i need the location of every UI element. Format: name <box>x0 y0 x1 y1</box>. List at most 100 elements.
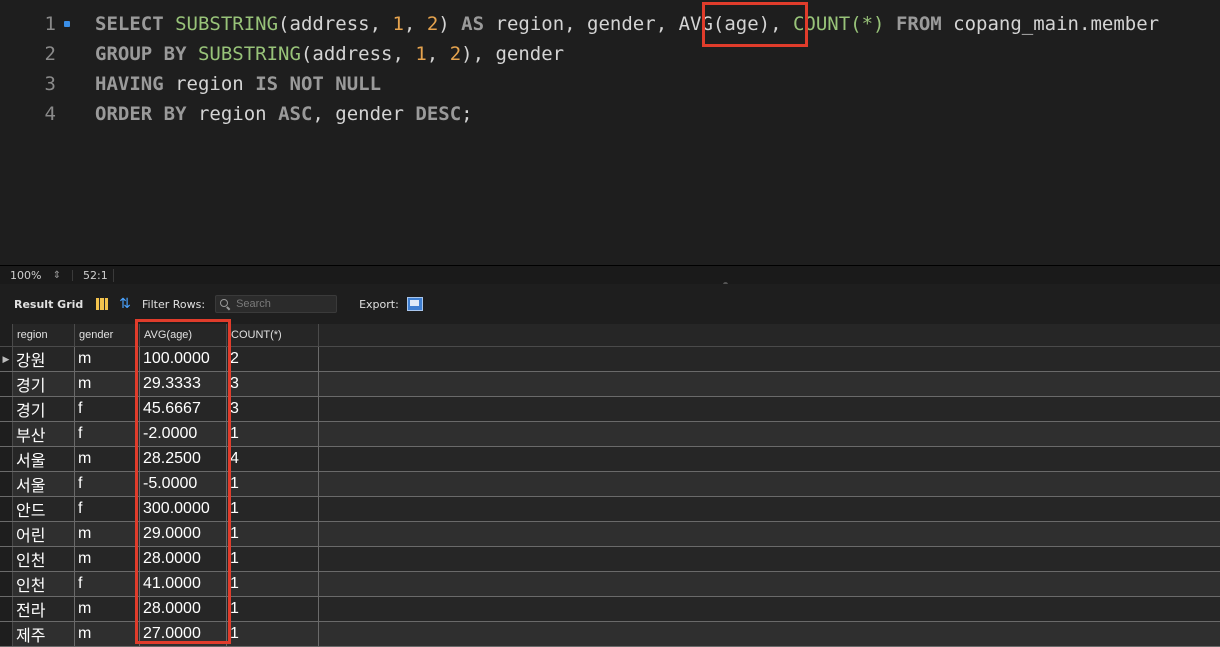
cell-avg-age[interactable]: -5.0000 <box>140 472 227 497</box>
cell-count[interactable]: 1 <box>227 522 319 547</box>
cell-count[interactable]: 2 <box>227 347 319 372</box>
cell-avg-age[interactable]: 45.6667 <box>140 397 227 422</box>
cell-filler <box>319 622 1220 647</box>
cell-avg-age[interactable]: 29.0000 <box>140 522 227 547</box>
cell-gender[interactable]: m <box>75 622 140 647</box>
filter-search-box[interactable] <box>215 295 337 313</box>
row-indicator[interactable] <box>0 572 13 597</box>
cell-region[interactable]: 인천 <box>13 572 75 597</box>
cell-gender[interactable]: f <box>75 572 140 597</box>
export-icon[interactable] <box>407 297 423 311</box>
row-indicator[interactable] <box>0 597 13 622</box>
cell-count[interactable]: 3 <box>227 397 319 422</box>
cell-region[interactable]: 어린 <box>13 522 75 547</box>
cell-region[interactable]: 전라 <box>13 597 75 622</box>
line-number: 4 <box>0 103 56 125</box>
punct: ( <box>301 43 312 65</box>
table-row[interactable]: 어린m29.00001 <box>0 522 1220 547</box>
cell-count[interactable]: 1 <box>227 422 319 447</box>
line-number: 2 <box>0 43 56 65</box>
cell-region[interactable]: 부산 <box>13 422 75 447</box>
row-indicator[interactable] <box>0 522 13 547</box>
cell-avg-age[interactable]: 41.0000 <box>140 572 227 597</box>
cell-filler <box>319 422 1220 447</box>
keyword: HAVING <box>95 73 164 95</box>
cell-gender[interactable]: f <box>75 422 140 447</box>
identifier: address <box>312 43 392 65</box>
column-header-region[interactable]: region <box>13 324 75 347</box>
editor-statusbar: 100% ⇕ 52:1 <box>0 265 1220 284</box>
cell-avg-age[interactable]: 28.0000 <box>140 547 227 572</box>
cell-avg-age[interactable]: 100.0000 <box>140 347 227 372</box>
code-line-3[interactable]: 3HAVING region IS NOT NULL <box>0 69 381 99</box>
cell-avg-age[interactable]: 28.2500 <box>140 447 227 472</box>
cell-gender[interactable]: f <box>75 497 140 522</box>
table-row[interactable]: ▶강원m100.00002 <box>0 347 1220 372</box>
grid-view-icon[interactable] <box>96 298 108 310</box>
result-grid[interactable]: region gender AVG(age) COUNT(*) ▶강원m100.… <box>0 324 1220 644</box>
cell-avg-age[interactable]: 27.0000 <box>140 622 227 647</box>
refresh-icon[interactable]: ⇅ <box>116 296 134 312</box>
table-row[interactable]: 인천m28.00001 <box>0 547 1220 572</box>
cell-count[interactable]: 1 <box>227 572 319 597</box>
row-indicator[interactable] <box>0 372 13 397</box>
cell-gender[interactable]: m <box>75 597 140 622</box>
cell-count[interactable]: 1 <box>227 622 319 647</box>
cell-gender[interactable]: m <box>75 447 140 472</box>
cell-region[interactable]: 경기 <box>13 372 75 397</box>
cell-region[interactable]: 서울 <box>13 472 75 497</box>
column-header-count[interactable]: COUNT(*) <box>227 324 319 347</box>
current-row-indicator-icon[interactable]: ▶ <box>0 347 13 372</box>
cell-region[interactable]: 제주 <box>13 622 75 647</box>
cell-region[interactable]: 안드 <box>13 497 75 522</box>
row-indicator[interactable] <box>0 622 13 647</box>
cell-count[interactable]: 4 <box>227 447 319 472</box>
table-row[interactable]: 서울f-5.00001 <box>0 472 1220 497</box>
cell-gender[interactable]: f <box>75 472 140 497</box>
column-header-gender[interactable]: gender <box>75 324 140 347</box>
table-row[interactable]: 서울m28.25004 <box>0 447 1220 472</box>
cell-gender[interactable]: m <box>75 347 140 372</box>
cell-gender[interactable]: m <box>75 522 140 547</box>
table-row[interactable]: 경기m29.33333 <box>0 372 1220 397</box>
cell-count[interactable]: 1 <box>227 497 319 522</box>
row-indicator[interactable] <box>0 497 13 522</box>
row-indicator[interactable] <box>0 547 13 572</box>
filter-search-input[interactable] <box>234 297 328 311</box>
cell-count[interactable]: 1 <box>227 597 319 622</box>
cell-region[interactable]: 강원 <box>13 347 75 372</box>
cell-avg-age[interactable]: 28.0000 <box>140 597 227 622</box>
identifier: address <box>290 13 370 35</box>
cell-avg-age[interactable]: 29.3333 <box>140 372 227 397</box>
table-row[interactable]: 인천f41.00001 <box>0 572 1220 597</box>
code-line-2[interactable]: 2GROUP BY SUBSTRING(address, 1, 2), gend… <box>0 39 564 69</box>
cell-count[interactable]: 3 <box>227 372 319 397</box>
cell-gender[interactable]: m <box>75 547 140 572</box>
row-indicator[interactable] <box>0 447 13 472</box>
table-row[interactable]: 전라m28.00001 <box>0 597 1220 622</box>
row-indicator[interactable] <box>0 397 13 422</box>
table-row[interactable]: 부산f-2.00001 <box>0 422 1220 447</box>
column-header-avg-age[interactable]: AVG(age) <box>140 324 227 347</box>
cell-count[interactable]: 1 <box>227 472 319 497</box>
table-row[interactable]: 제주m27.00001 <box>0 622 1220 647</box>
row-indicator[interactable] <box>0 422 13 447</box>
sql-editor[interactable]: 1SELECT SUBSTRING(address, 1, 2) AS regi… <box>0 0 1220 265</box>
table-row[interactable]: 경기f45.66673 <box>0 397 1220 422</box>
cell-region[interactable]: 경기 <box>13 397 75 422</box>
cell-avg-age[interactable]: -2.0000 <box>140 422 227 447</box>
code-line-1[interactable]: 1SELECT SUBSTRING(address, 1, 2) AS regi… <box>0 9 1159 39</box>
table-name: copang_main.member <box>953 13 1159 35</box>
table-row[interactable]: 안드f300.00001 <box>0 497 1220 522</box>
row-indicator[interactable] <box>0 472 13 497</box>
cell-region[interactable]: 서울 <box>13 447 75 472</box>
code-line-4[interactable]: 4ORDER BY region ASC, gender DESC; <box>0 99 473 129</box>
cell-gender[interactable]: f <box>75 397 140 422</box>
cell-filler <box>319 347 1220 372</box>
zoom-stepper-icon[interactable]: ⇕ <box>50 270 73 281</box>
cell-region[interactable]: 인천 <box>13 547 75 572</box>
cell-count[interactable]: 1 <box>227 547 319 572</box>
cell-avg-age[interactable]: 300.0000 <box>140 497 227 522</box>
cell-filler <box>319 472 1220 497</box>
cell-gender[interactable]: m <box>75 372 140 397</box>
